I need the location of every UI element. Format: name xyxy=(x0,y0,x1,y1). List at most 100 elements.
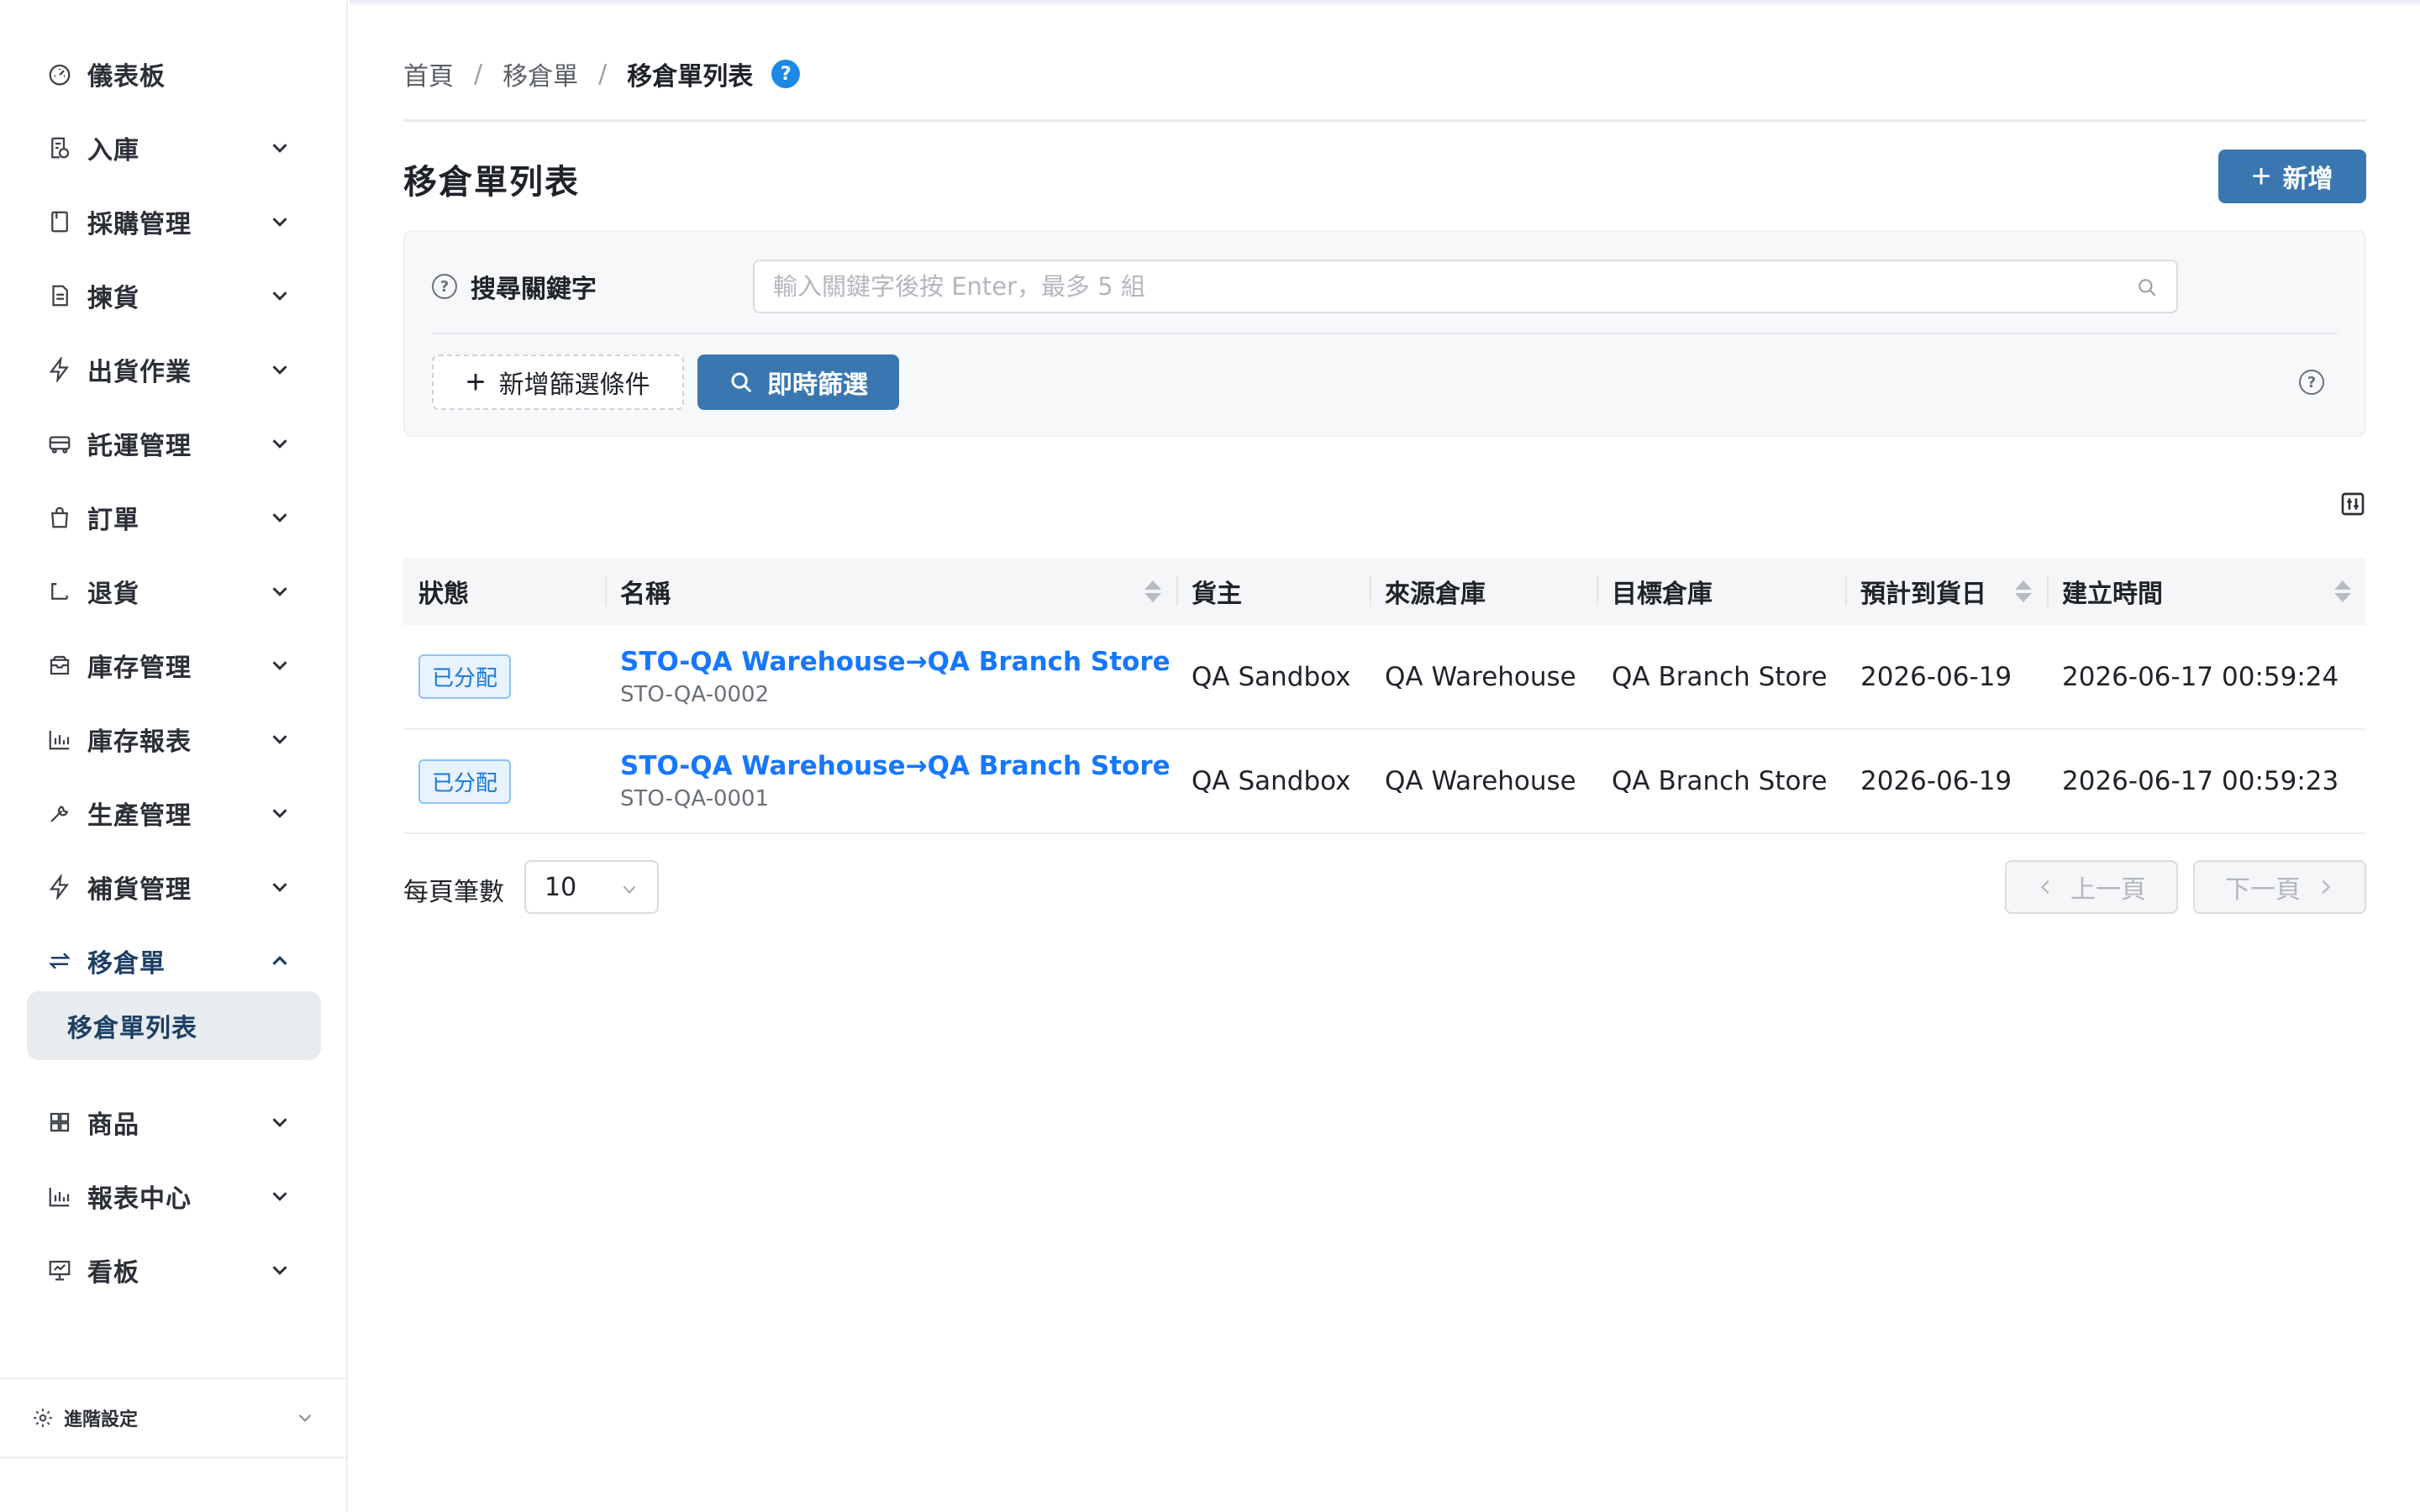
sort-icon[interactable] xyxy=(1144,576,1161,606)
return-icon xyxy=(45,577,74,606)
filter-row: + 新增篩選條件 即時篩選 ? xyxy=(432,354,2338,410)
name-cell: STO-QA Warehouse→QA Branch Store STO-QA-… xyxy=(605,625,1176,730)
chevron-down-icon xyxy=(272,291,287,301)
chevron-down-icon xyxy=(272,218,287,227)
sort-up-icon xyxy=(2015,580,2032,590)
status-cell: 已分配 xyxy=(403,729,605,834)
sidebar: 儀表板 入庫 採購管理 揀貨 出貨作業 託運管理 訂單 退貨 庫存管理 庫存報表… xyxy=(0,0,348,1512)
add-button[interactable]: + 新增 xyxy=(2218,150,2366,203)
prev-page-button[interactable]: 上一頁 xyxy=(2005,860,2178,914)
order-name-link[interactable]: STO-QA Warehouse→QA Branch Store xyxy=(620,751,1176,781)
order-code: STO-QA-0001 xyxy=(620,786,770,811)
sidebar-item-consignment[interactable]: 託運管理 xyxy=(0,407,346,480)
sort-down-icon xyxy=(2334,593,2351,602)
advanced-settings-label: 進階設定 xyxy=(64,1410,139,1431)
column-header-label: 名稱 xyxy=(620,580,671,609)
chevron-down-icon xyxy=(623,885,636,895)
order-code: STO-QA-0002 xyxy=(620,681,770,707)
question-circle-icon[interactable]: ? xyxy=(432,274,457,299)
sidebar-item-inventory-report[interactable]: 庫存報表 xyxy=(0,702,346,776)
column-header-created[interactable]: 建立時間 xyxy=(2047,558,2366,625)
sidebar-item-replenishment[interactable]: 補貨管理 xyxy=(0,850,346,924)
sidebar-item-orders[interactable]: 訂單 xyxy=(0,480,346,554)
chevron-down-icon xyxy=(272,1266,287,1275)
add-filter-label: 新增篩選條件 xyxy=(498,371,650,399)
sidebar-item-dashboard[interactable]: 儀表板 xyxy=(0,37,346,111)
sidebar-item-purchase[interactable]: 採購管理 xyxy=(0,185,346,259)
advanced-settings[interactable]: 進階設定 xyxy=(0,1378,346,1458)
next-page-label: 下一頁 xyxy=(2225,876,2301,904)
column-header-eta[interactable]: 預計到貨日 xyxy=(1845,558,2047,625)
sidebar-item-label: 庫存管理 xyxy=(87,654,192,683)
search-icon[interactable] xyxy=(2136,276,2158,298)
shopping-bag-icon xyxy=(45,503,74,532)
sidebar-item-returns[interactable]: 退貨 xyxy=(0,554,346,628)
column-separator xyxy=(605,576,607,606)
column-settings-icon[interactable] xyxy=(2339,491,2366,517)
breadcrumb-section[interactable]: 移倉單 xyxy=(502,55,578,92)
search-label: 搜尋關鍵字 xyxy=(471,275,597,304)
sidebar-item-label: 採購管理 xyxy=(87,210,192,239)
sidebar-item-inbound[interactable]: 入庫 xyxy=(0,111,346,185)
sidebar-item-transfer-order[interactable]: 移倉單 xyxy=(0,924,346,998)
chevron-down-icon xyxy=(272,1192,287,1201)
sidebar-item-label: 生產管理 xyxy=(87,801,192,831)
status-cell: 已分配 xyxy=(403,625,605,730)
column-header-status: 狀態 xyxy=(403,558,605,625)
filter-help-icon[interactable]: ? xyxy=(2299,370,2324,395)
sort-icon[interactable] xyxy=(2015,576,2032,606)
instant-filter-button[interactable]: 即時篩選 xyxy=(697,354,899,410)
add-button-label: 新增 xyxy=(2282,165,2333,193)
sidebar-subitem-transfer-order-list[interactable]: 移倉單列表 xyxy=(27,991,321,1060)
sort-icon[interactable] xyxy=(2334,576,2351,606)
prev-page-label: 上一頁 xyxy=(2070,876,2146,904)
chevron-down-icon xyxy=(272,144,287,153)
sidebar-item-picking[interactable]: 揀貨 xyxy=(0,259,346,333)
pagination: 每頁筆數 10 上一頁 下一頁 xyxy=(403,860,2366,914)
grid-icon xyxy=(45,1108,74,1137)
transfer-icon xyxy=(45,947,74,975)
sort-down-icon xyxy=(1144,593,1161,602)
sidebar-item-label: 出貨作業 xyxy=(87,358,192,387)
column-header-label: 貨主 xyxy=(1192,580,1242,609)
next-page-button[interactable]: 下一頁 xyxy=(2193,860,2366,914)
search-field xyxy=(753,260,2178,313)
sidebar-item-label: 看板 xyxy=(87,1258,139,1288)
target-cell: QA Branch Store xyxy=(1597,625,1845,730)
add-filter-button[interactable]: + 新增篩選條件 xyxy=(432,354,684,410)
sidebar-item-report-center[interactable]: 報表中心 xyxy=(0,1159,346,1233)
page-title: 移倉單列表 xyxy=(403,163,580,202)
presentation-icon xyxy=(45,1256,74,1284)
help-icon[interactable]: ? xyxy=(771,60,801,88)
table-row[interactable]: 已分配 STO-QA Warehouse→QA Branch Store STO… xyxy=(403,729,2366,834)
chevron-down-icon xyxy=(272,661,287,670)
sidebar-item-production[interactable]: 生產管理 xyxy=(0,776,346,850)
chevron-down-icon xyxy=(272,809,287,818)
order-name-link[interactable]: STO-QA Warehouse→QA Branch Store xyxy=(620,647,1176,677)
table-row[interactable]: 已分配 STO-QA Warehouse→QA Branch Store STO… xyxy=(403,625,2366,730)
picking-icon xyxy=(45,281,74,310)
breadcrumb-home[interactable]: 首頁 xyxy=(403,55,454,92)
plus-icon: + xyxy=(466,364,486,401)
sidebar-item-board[interactable]: 看板 xyxy=(0,1233,346,1307)
column-header-name[interactable]: 名稱 xyxy=(605,558,1176,625)
sidebar-item-inventory[interactable]: 庫存管理 xyxy=(0,628,346,702)
header-shadow xyxy=(350,0,2420,7)
search-input[interactable] xyxy=(755,261,2176,312)
sidebar-item-label: 儀表板 xyxy=(87,62,166,92)
dashboard-icon xyxy=(45,60,74,88)
column-header-label: 預計到貨日 xyxy=(1860,580,1986,609)
plus-icon: + xyxy=(2251,158,2271,195)
column-separator xyxy=(1176,576,1178,606)
sidebar-item-shipping[interactable]: 出貨作業 xyxy=(0,333,346,407)
chevron-down-icon xyxy=(272,735,287,744)
bar-chart-icon xyxy=(45,725,74,753)
chevron-down-icon xyxy=(272,587,287,596)
sidebar-item-label: 退貨 xyxy=(87,580,139,609)
sidebar-item-label: 移倉單 xyxy=(87,949,166,979)
sidebar-item-products[interactable]: 商品 xyxy=(0,1085,346,1159)
sidebar-item-label: 託運管理 xyxy=(87,432,192,461)
per-page-select[interactable]: 10 xyxy=(524,860,659,914)
sidebar-item-label: 訂單 xyxy=(87,506,139,535)
sort-up-icon xyxy=(1144,580,1161,590)
